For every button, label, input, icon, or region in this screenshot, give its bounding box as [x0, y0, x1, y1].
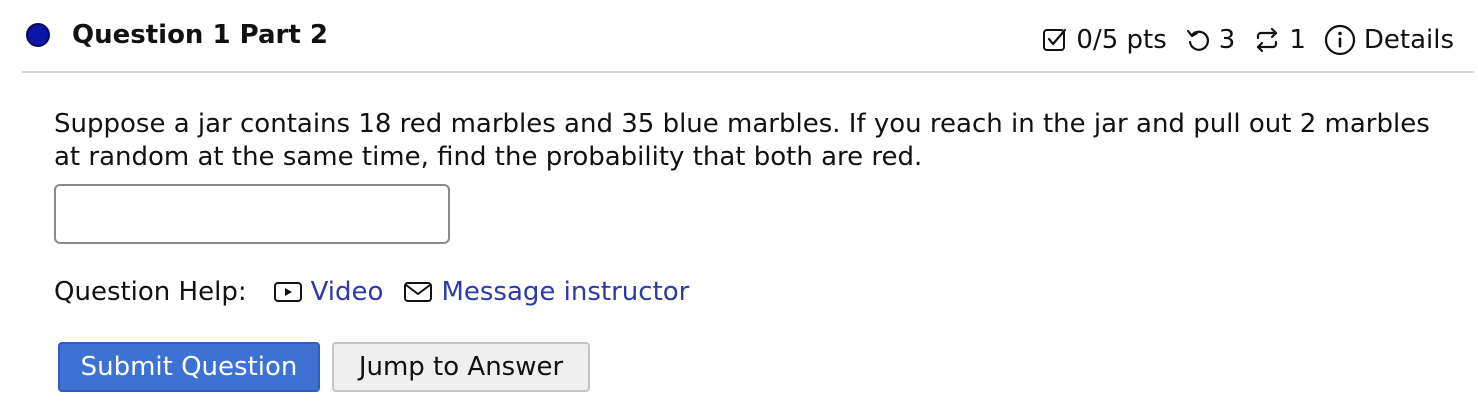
message-instructor-label: Message instructor: [441, 277, 690, 307]
details-toggle[interactable]: Details: [1324, 24, 1454, 56]
attempts-count: 1: [1289, 25, 1306, 55]
mail-icon: [403, 279, 433, 305]
info-icon: [1324, 24, 1356, 56]
question-help-label: Question Help:: [54, 277, 247, 307]
retries-count: 3: [1218, 25, 1236, 55]
details-label: Details: [1363, 25, 1454, 55]
jump-to-answer-button[interactable]: Jump to Answer: [332, 342, 590, 392]
video-link[interactable]: Video: [273, 277, 384, 307]
question-header: Question 1 Part 2 0/5 pts 3 1 Details: [0, 0, 1478, 72]
video-icon: [273, 279, 303, 305]
repeat-icon: [1253, 27, 1281, 53]
undo-icon: [1185, 27, 1211, 53]
checkbox-icon: [1042, 27, 1068, 53]
question-text: Suppose a jar contains 18 red marbles an…: [54, 109, 1430, 172]
retries-indicator: 3: [1185, 25, 1236, 55]
answer-input[interactable]: [54, 184, 450, 244]
status-dot-icon: [26, 23, 50, 47]
attempts-indicator: 1: [1253, 25, 1306, 55]
video-label: Video: [310, 277, 384, 307]
message-instructor-link[interactable]: Message instructor: [403, 277, 689, 307]
points-indicator: 0/5 pts: [1042, 25, 1167, 55]
question-title: Question 1 Part 2: [72, 20, 328, 50]
question-meta: 0/5 pts 3 1 Details: [1042, 20, 1454, 60]
points-text: 0/5 pts: [1076, 25, 1167, 55]
question-help: Question Help: Video Message instructor: [54, 272, 689, 312]
submit-question-button[interactable]: Submit Question: [58, 342, 320, 392]
header-divider: [22, 71, 1474, 73]
